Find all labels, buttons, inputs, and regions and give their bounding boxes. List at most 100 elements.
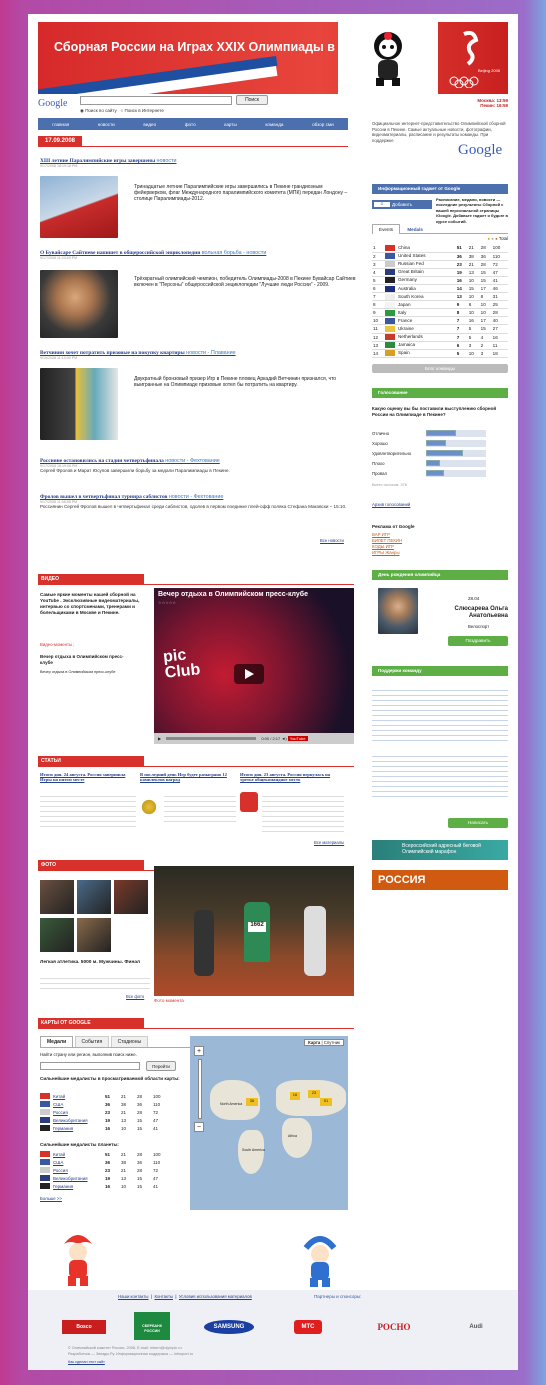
map-marker-europe[interactable]: 16 xyxy=(290,1092,300,1100)
ad-link[interactable]: ИГРЫ Жанры xyxy=(372,550,402,556)
news-category[interactable]: новости - Фехтование xyxy=(169,494,224,500)
how-made-link[interactable]: Как сделан этот сайт xyxy=(68,1360,105,1364)
map-country-link[interactable]: Германия xyxy=(53,1126,105,1131)
news-image-wrestler[interactable] xyxy=(40,270,118,338)
footer-link[interactable]: Условия использования материалов xyxy=(179,1294,252,1299)
country[interactable]: Japan xyxy=(383,300,456,310)
map-country-link[interactable]: Китай xyxy=(53,1094,105,1099)
news-image-swimmer[interactable] xyxy=(40,368,118,440)
radio-site[interactable]: ◉ Поиск по сайту xyxy=(80,108,117,113)
photo-thumbnail[interactable] xyxy=(114,880,148,914)
footer-link[interactable]: Контакты xyxy=(154,1294,173,1299)
poll-option[interactable]: Удовлетворительно xyxy=(372,448,508,458)
country[interactable]: Russian Fed xyxy=(383,260,456,269)
country[interactable]: South Korea xyxy=(383,292,456,302)
map-search-input[interactable] xyxy=(40,1062,140,1070)
map-country-link[interactable]: Великобритания xyxy=(53,1176,105,1181)
country[interactable]: Italy xyxy=(383,308,456,318)
nav-home[interactable]: главная xyxy=(52,122,69,127)
news-image-flag[interactable] xyxy=(40,176,118,238)
sponsor-audi[interactable]: Audi xyxy=(458,1320,494,1334)
map-country-link[interactable]: Россия xyxy=(53,1168,105,1173)
all-photos-link[interactable]: Все фото xyxy=(126,994,144,999)
search-input[interactable] xyxy=(80,96,232,105)
map-more-link[interactable]: Больше >> xyxy=(40,1196,62,1201)
map-zoom-control[interactable]: + − xyxy=(194,1046,206,1132)
country[interactable]: United States xyxy=(383,252,456,261)
article-title[interactable]: Итоги дня. 24 августа. Россия завершила … xyxy=(40,772,136,782)
map-country-link[interactable]: США xyxy=(53,1160,105,1165)
news-category[interactable]: новости - Плавание xyxy=(186,350,236,356)
map-go-button[interactable]: Перейти xyxy=(146,1061,176,1071)
sponsor-mts[interactable]: МТС xyxy=(294,1320,322,1334)
team-blog-button[interactable]: Блог команды xyxy=(372,364,508,373)
sponsor-rosno[interactable]: РОСНО xyxy=(368,1320,420,1334)
zoom-slider[interactable] xyxy=(198,1059,202,1119)
tab-stadiums-map[interactable]: Стадионы xyxy=(110,1036,149,1047)
photo-of-the-moment[interactable]: 1662 xyxy=(154,866,354,996)
play-control-icon[interactable]: ▶ xyxy=(158,736,161,741)
zoom-out-icon[interactable]: − xyxy=(194,1122,204,1132)
tab-medals-map[interactable]: Медали xyxy=(40,1036,74,1047)
video-progress[interactable] xyxy=(166,737,257,741)
map-country-link[interactable]: США xyxy=(53,1102,105,1107)
russia-banner[interactable]: РОССИЯ xyxy=(372,870,508,890)
play-button[interactable] xyxy=(234,664,264,684)
map-country-link[interactable]: Великобритания xyxy=(53,1118,105,1123)
photo-thumbnail[interactable] xyxy=(77,918,111,952)
photo-thumbnail[interactable] xyxy=(77,880,111,914)
news-category[interactable]: вольная борьба - новости xyxy=(202,250,267,256)
satellite-view-button[interactable]: Спутник xyxy=(324,1040,340,1045)
nav-photo[interactable]: фото xyxy=(185,122,196,127)
video-player[interactable]: Вечер отдыха в Олимпийском пресс-клубе ☆… xyxy=(154,588,354,744)
nav-news[interactable]: новости xyxy=(98,122,115,127)
tab-events-map[interactable]: События xyxy=(74,1036,110,1047)
poll-option[interactable]: Хорошо xyxy=(372,438,508,448)
country[interactable]: Spain xyxy=(383,349,456,358)
poll-archive-link[interactable]: Архив голосований xyxy=(372,502,410,507)
nav-team[interactable]: команда xyxy=(265,122,283,127)
poll-option[interactable]: Провал xyxy=(372,468,508,478)
marathon-banner[interactable]: Всероссийский адресный беговой Олимпийск… xyxy=(372,840,508,860)
country[interactable]: Great Britain xyxy=(383,268,456,277)
map-country-link[interactable]: Россия xyxy=(53,1110,105,1115)
sponsor-samsung[interactable]: SAMSUNG xyxy=(204,1320,254,1334)
map-country-link[interactable]: Германия xyxy=(53,1184,105,1189)
sponsor-bosco[interactable]: Bosco xyxy=(62,1320,106,1334)
map-marker-china[interactable]: 51 xyxy=(320,1098,332,1106)
map-marker-usa[interactable]: 36 xyxy=(246,1098,258,1106)
write-button[interactable]: Написать xyxy=(448,818,508,828)
nav-video[interactable]: видео xyxy=(143,122,156,127)
country[interactable]: Jamaica xyxy=(383,341,456,350)
country[interactable]: China xyxy=(383,244,456,253)
news-category[interactable]: новости - Фехтование xyxy=(165,458,220,464)
poll-option[interactable]: Отлично xyxy=(372,428,508,438)
google-sponsor-logo[interactable]: Google xyxy=(458,142,502,159)
congratulate-button[interactable]: Поздравить xyxy=(448,636,508,646)
country[interactable]: Germany xyxy=(383,276,456,285)
video-moments-link[interactable]: Видео-моменты ; xyxy=(40,642,75,647)
article-title[interactable]: Итоги дня. 23 августа. Россия вернулась … xyxy=(240,772,344,782)
youtube-logo[interactable]: YouTube xyxy=(287,736,308,741)
volume-icon[interactable]: ◄) xyxy=(281,736,286,741)
photo-thumbnail[interactable] xyxy=(40,918,74,952)
news-category[interactable]: новости xyxy=(157,158,177,164)
search-button[interactable]: Поиск xyxy=(236,95,268,105)
sponsor-sberbank[interactable]: СБЕРБАНК РОССИИ xyxy=(134,1312,170,1340)
all-articles-link[interactable]: Все материалы xyxy=(314,840,344,845)
tab-medals[interactable]: Medals xyxy=(401,225,429,234)
radio-web[interactable]: ○ Поиск в Интернете xyxy=(121,108,164,113)
map-marker-russia[interactable]: 23 xyxy=(308,1090,320,1098)
all-news-link[interactable]: Все новости xyxy=(320,538,344,543)
zoom-in-icon[interactable]: + xyxy=(194,1046,204,1056)
footer-link[interactable]: Наши контакты xyxy=(118,1294,149,1299)
poll-option[interactable]: Плохо xyxy=(372,458,508,468)
country[interactable]: Netherlands xyxy=(383,333,456,342)
map-country-link[interactable]: Китай xyxy=(53,1152,105,1157)
map-view-button[interactable]: Карта xyxy=(308,1040,320,1045)
nav-maps[interactable]: карты xyxy=(224,122,237,127)
nav-press[interactable]: обзор сми xyxy=(312,122,334,127)
country[interactable]: Australia xyxy=(383,284,456,294)
tab-events[interactable]: Events xyxy=(372,224,401,234)
photo-thumbnail[interactable] xyxy=(40,880,74,914)
